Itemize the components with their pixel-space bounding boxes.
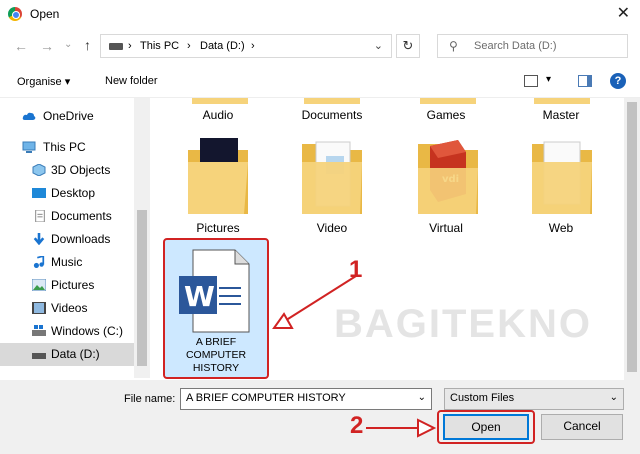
chrome-icon xyxy=(8,7,22,21)
chevron-right-icon: › xyxy=(251,40,255,52)
selected-file[interactable]: W A BRIEF COMPUTER HISTORY xyxy=(163,238,269,379)
file-type-value: Custom Files xyxy=(450,392,515,404)
back-arrow-icon[interactable]: ← xyxy=(14,38,28,54)
chevron-down-icon: ⌄ xyxy=(609,392,618,403)
document-icon xyxy=(35,210,45,222)
folder-audio[interactable]: Audio xyxy=(168,108,268,122)
sidebar-item-data-d[interactable]: Data (D:) xyxy=(0,343,134,366)
folder-web[interactable]: Web xyxy=(511,221,611,235)
file-type-select[interactable]: Custom Files ⌄ xyxy=(444,388,624,410)
sidebar-item-onedrive[interactable]: OneDrive xyxy=(0,105,134,128)
search-box[interactable]: ⚲ Search Data (D:) xyxy=(437,34,628,58)
search-icon: ⚲ xyxy=(449,39,458,53)
drive-icon xyxy=(32,353,46,359)
virtual-folder-icon[interactable]: vdi xyxy=(416,132,480,216)
command-toolbar: Organise ▾ New folder ▾ ? xyxy=(0,66,640,98)
file-name-line: A BRIEF xyxy=(195,336,237,348)
folder-games[interactable]: Games xyxy=(396,108,496,122)
sidebar-item-3d-objects[interactable]: 3D Objects xyxy=(0,159,134,182)
address-bar[interactable]: › This PC › Data (D:) › ⌄ xyxy=(100,34,392,58)
step-1-arrow-icon xyxy=(272,275,357,329)
content-scrollbar[interactable] xyxy=(624,98,640,380)
desktop-icon xyxy=(32,188,46,198)
chevron-down-icon[interactable]: ⌄ xyxy=(374,39,383,52)
new-folder-button[interactable]: New folder xyxy=(105,75,158,87)
cancel-button[interactable]: Cancel xyxy=(541,414,623,440)
file-name-input[interactable]: A BRIEF COMPUTER HISTORY ⌄ xyxy=(180,388,432,410)
chevron-down-icon[interactable]: ⌄ xyxy=(418,392,426,403)
chevron-right-icon: › xyxy=(128,40,132,52)
windows-drive-icon xyxy=(32,325,46,336)
help-icon[interactable]: ? xyxy=(610,73,626,89)
preview-pane-icon[interactable] xyxy=(578,75,592,87)
recent-dropdown-icon[interactable]: ⌄ xyxy=(64,39,72,50)
pictures-folder-icon[interactable]: Ps xyxy=(186,132,250,216)
search-placeholder: Search Data (D:) xyxy=(474,40,557,52)
view-dropdown-icon[interactable]: ▾ xyxy=(546,74,551,85)
folder-icon xyxy=(534,98,590,104)
download-icon xyxy=(33,233,45,245)
folder-icon xyxy=(192,98,248,104)
close-icon[interactable]: ✕ xyxy=(617,3,630,23)
word-document-icon: W xyxy=(179,249,250,333)
folder-video[interactable]: Video xyxy=(282,221,382,235)
watermark: BAGITEKNO xyxy=(334,302,592,346)
sidebar-item-windows-c[interactable]: Windows (C:) xyxy=(0,320,134,343)
sidebar-item-pictures[interactable]: Pictures xyxy=(0,274,134,297)
scrollbar-thumb[interactable] xyxy=(627,102,637,372)
title-bar: Open ✕ xyxy=(0,0,640,28)
sidebar-item-videos[interactable]: Videos xyxy=(0,297,134,320)
video-icon xyxy=(32,302,46,314)
cloud-icon xyxy=(22,112,36,120)
scrollbar-thumb[interactable] xyxy=(137,210,147,366)
web-folder-icon[interactable] xyxy=(530,132,594,216)
refresh-icon[interactable]: ↻ xyxy=(396,34,420,58)
organise-button[interactable]: Organise ▾ xyxy=(17,75,70,88)
step-2-label: 2 xyxy=(350,412,364,439)
folder-icon xyxy=(304,98,360,104)
folder-master[interactable]: Master xyxy=(511,108,611,122)
picture-icon xyxy=(32,279,46,291)
navigation-pane: OneDrive This PC 3D Objects Desktop Docu… xyxy=(0,98,150,378)
window-title: Open xyxy=(30,7,60,21)
up-arrow-icon[interactable]: ↑ xyxy=(84,37,91,53)
forward-arrow-icon[interactable]: → xyxy=(40,38,54,54)
folder-virtual[interactable]: Virtual xyxy=(396,221,496,235)
breadcrumb-data-d[interactable]: Data (D:) xyxy=(200,40,245,52)
drive-icon xyxy=(109,43,123,50)
sidebar-item-this-pc[interactable]: This PC xyxy=(0,136,134,159)
sidebar-scrollbar[interactable] xyxy=(134,98,150,378)
sidebar-item-desktop[interactable]: Desktop xyxy=(0,182,134,205)
file-name-value: A BRIEF COMPUTER HISTORY xyxy=(186,392,346,404)
file-name-line: COMPUTER xyxy=(185,349,247,361)
cube-icon xyxy=(32,164,46,176)
open-button[interactable]: Open xyxy=(443,414,529,440)
sidebar-item-music[interactable]: Music xyxy=(0,251,134,274)
folder-pictures[interactable]: Pictures xyxy=(168,221,268,235)
file-name-field-label: File name: xyxy=(124,393,176,405)
video-folder-icon[interactable] xyxy=(300,132,364,216)
breadcrumb-this-pc[interactable]: This PC xyxy=(140,40,179,52)
sidebar-item-downloads[interactable]: Downloads xyxy=(0,228,134,251)
file-name-label: A BRIEF COMPUTER HISTORY xyxy=(169,336,263,375)
folder-documents[interactable]: Documents xyxy=(282,108,382,122)
view-options-icon[interactable] xyxy=(524,75,538,87)
file-name-line: HISTORY xyxy=(192,362,240,374)
music-icon xyxy=(33,256,45,268)
folder-icon xyxy=(420,98,476,104)
chevron-right-icon: › xyxy=(187,40,191,52)
step-2-arrow-icon xyxy=(366,418,437,438)
svg-text:W: W xyxy=(184,280,215,313)
bottom-panel: File name: A BRIEF COMPUTER HISTORY ⌄ Cu… xyxy=(0,380,640,454)
computer-icon xyxy=(22,141,36,153)
sidebar-item-documents[interactable]: Documents xyxy=(0,205,134,228)
